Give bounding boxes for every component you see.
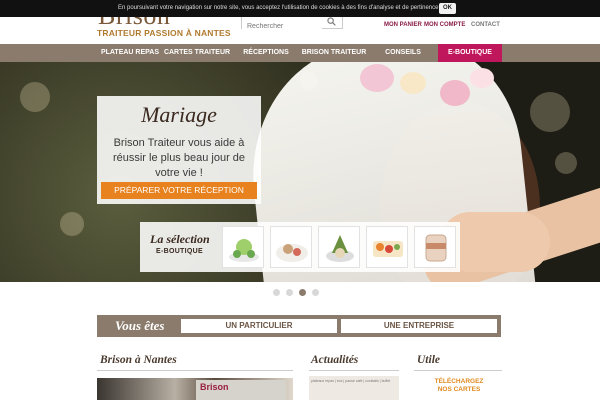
cookie-ok-button[interactable]: OK: [439, 3, 456, 14]
eboutique-selection: La sélection E-BOUTIQUE: [140, 222, 460, 272]
slider-dot[interactable]: [273, 289, 280, 296]
brand-tagline: TRAITEUR PASSION À NANTES: [97, 28, 231, 38]
download-cards-link[interactable]: TÉLÉCHARGEZ NOS CARTES: [428, 378, 490, 394]
slider-pagination: [0, 289, 600, 296]
actualites-image[interactable]: plateaux repas | box | pause café | cock…: [309, 376, 399, 400]
nav-conseils[interactable]: CONSEILS: [376, 44, 430, 62]
nantes-shop-photo[interactable]: Brison: [196, 380, 286, 400]
product-thumbnail[interactable]: [414, 226, 456, 268]
cookie-bar: En poursuivant votre navigation sur notr…: [0, 0, 600, 17]
flower-crown: [440, 80, 470, 106]
flower-crown: [400, 72, 426, 94]
flower-crown: [470, 68, 494, 88]
account-link[interactable]: MON COMPTE: [424, 22, 465, 28]
nantes-heading: Brison à Nantes: [100, 354, 177, 366]
nav-plateau-repas[interactable]: PLATEAU REPAS: [97, 44, 163, 62]
audience-label: Vous êtes: [115, 318, 165, 333]
flower-crown: [360, 64, 394, 92]
bokeh-light: [60, 212, 84, 236]
cookie-text: En poursuivant votre navigation sur notr…: [118, 5, 441, 11]
hero-text: Brison Traiteur vous aide à réussir le p…: [112, 137, 246, 179]
particulier-button[interactable]: UN PARTICULIER: [181, 319, 337, 333]
hero-promo-card: Mariage Brison Traiteur vous aide à réus…: [97, 96, 261, 204]
divider: [414, 370, 502, 371]
contact-link[interactable]: CONTACT: [471, 22, 500, 28]
nav-brison-traiteur[interactable]: BRISON TRAITEUR: [299, 44, 369, 62]
slider-dot[interactable]: [286, 289, 293, 296]
actualites-heading: Actualités: [311, 354, 359, 366]
product-thumbnail[interactable]: [318, 226, 360, 268]
selection-title: La sélection: [150, 232, 210, 246]
divider: [97, 370, 293, 371]
hero-title: Mariage: [141, 102, 217, 127]
search-input[interactable]: [242, 20, 322, 33]
product-thumbnail[interactable]: [270, 226, 312, 268]
bokeh-light: [20, 82, 50, 112]
bokeh-light: [530, 92, 570, 132]
nav-cartes-traiteur[interactable]: CARTES TRAITEUR: [163, 44, 231, 62]
main-nav: PLATEAU REPAS CARTES TRAITEUR RÉCEPTIONS…: [0, 44, 600, 62]
slider-dot-active[interactable]: [299, 289, 306, 296]
actualites-image-text: plateaux repas | box | pause café | cock…: [311, 379, 391, 383]
slider-dot[interactable]: [312, 289, 319, 296]
page: Brison TRAITEUR PASSION À NANTES MON PAN…: [0, 0, 600, 400]
prepare-reception-button[interactable]: PRÉPARER VOTRE RÉCEPTION: [101, 182, 257, 199]
shop-sign-text: Brison: [200, 382, 229, 392]
cart-link[interactable]: MON PANIER: [384, 22, 422, 28]
utile-heading: Utile: [417, 354, 440, 366]
audience-bar: Vous êtes UN PARTICULIER UNE ENTREPRISE: [97, 315, 501, 337]
product-thumbnail[interactable]: [366, 226, 408, 268]
nav-receptions[interactable]: RÉCEPTIONS: [238, 44, 294, 62]
bokeh-light: [555, 152, 577, 174]
product-thumbnail[interactable]: [222, 226, 264, 268]
selection-subtitle: E-BOUTIQUE: [156, 248, 203, 255]
entreprise-button[interactable]: UNE ENTREPRISE: [341, 319, 497, 333]
divider: [309, 370, 399, 371]
search-icon[interactable]: [327, 17, 336, 26]
nav-e-boutique[interactable]: E-BOUTIQUE: [438, 44, 502, 62]
